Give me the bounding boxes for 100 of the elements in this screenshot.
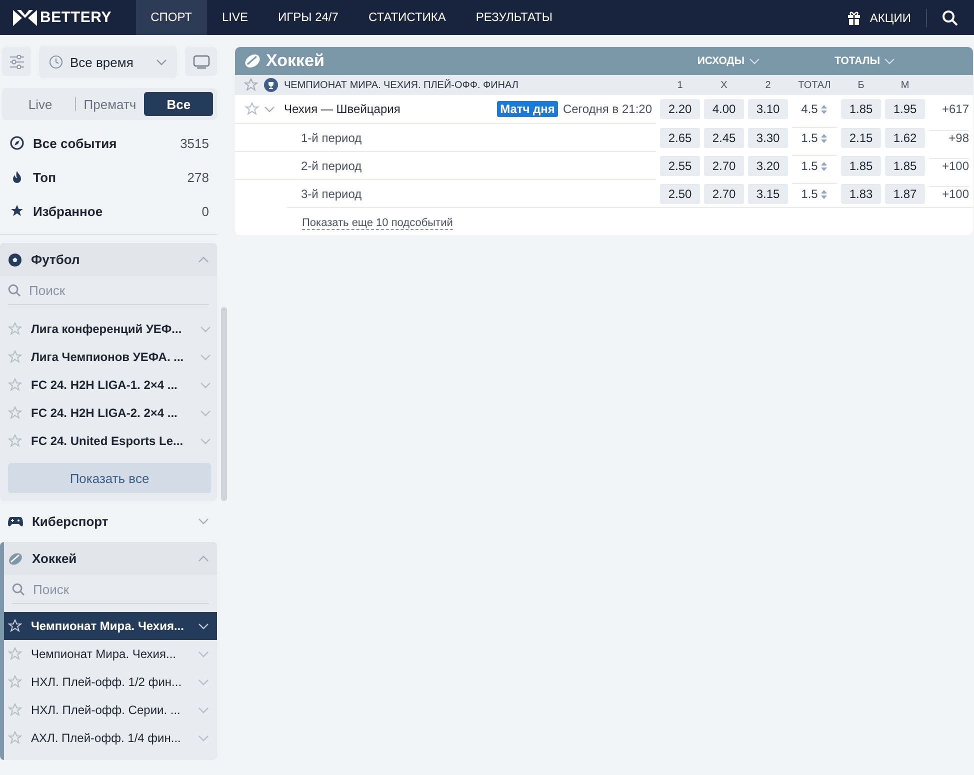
sport-name[interactable]: Киберспорт bbox=[32, 514, 189, 529]
total-selector[interactable]: 1.5 bbox=[792, 127, 837, 148]
gift-icon[interactable] bbox=[846, 10, 861, 24]
odds-button[interactable]: 1.62 bbox=[885, 128, 925, 148]
odds-button[interactable]: 1.85 bbox=[885, 156, 925, 176]
star-icon[interactable] bbox=[8, 647, 22, 661]
star-icon[interactable] bbox=[8, 378, 22, 392]
odds-button[interactable]: 2.45 bbox=[704, 128, 744, 148]
nav-tab[interactable]: LIVE bbox=[206, 0, 263, 35]
star-icon[interactable] bbox=[8, 350, 22, 364]
league-item[interactable]: НХЛ. Плей-офф. Серии. ... bbox=[4, 696, 217, 724]
column-header: 1 bbox=[676, 80, 684, 90]
odds-button[interactable]: 1.85 bbox=[841, 156, 881, 176]
league-item[interactable]: Чемпионат Мира. Чехия... bbox=[4, 612, 217, 640]
odds-button[interactable]: 2.20 bbox=[660, 99, 700, 119]
column-header: 2 bbox=[764, 80, 772, 90]
league-item[interactable]: АХЛ. Плей-офф. 1/4 фин... bbox=[4, 724, 217, 752]
event-name[interactable]: 2-й период bbox=[301, 159, 656, 173]
event-name[interactable]: 3-й период bbox=[301, 187, 656, 201]
more-markets-link[interactable]: +617 bbox=[929, 102, 969, 116]
league-item[interactable]: Чемпионат Мира. Чехия... bbox=[4, 640, 217, 668]
show-more-link[interactable]: Показать еще 10 подсобытий bbox=[302, 217, 453, 230]
odds-button[interactable]: 3.20 bbox=[748, 156, 788, 176]
puck-icon bbox=[244, 53, 261, 69]
search-icon bbox=[8, 284, 21, 296]
odds-button[interactable]: 2.50 bbox=[660, 184, 700, 204]
match-of-day-badge: Матч дня bbox=[497, 101, 558, 117]
scrollbar[interactable] bbox=[221, 307, 227, 501]
odds-button[interactable]: 2.70 bbox=[704, 156, 744, 176]
league-item[interactable]: FC 24. H2H LIGA-1. 2×4 ... bbox=[0, 371, 219, 399]
sliders-icon bbox=[8, 54, 24, 68]
nav-tab[interactable]: СТАТИСТИКА bbox=[353, 0, 461, 35]
column-header: X bbox=[720, 80, 728, 90]
odds-button[interactable]: 4.00 bbox=[704, 99, 744, 119]
chevron-icon[interactable] bbox=[198, 256, 209, 263]
star-icon[interactable] bbox=[245, 102, 259, 116]
star-icon[interactable] bbox=[8, 675, 22, 689]
odds-button[interactable]: 3.30 bbox=[748, 128, 788, 148]
league-item[interactable]: Лига конференций УЕФ... bbox=[0, 315, 219, 343]
event-count: 3515 bbox=[180, 136, 209, 150]
star-icon[interactable] bbox=[8, 322, 22, 336]
league-item[interactable]: НХЛ. Плей-офф. 1/2 фин... bbox=[4, 668, 217, 696]
filter-button[interactable] bbox=[2, 47, 31, 76]
more-markets-link[interactable]: +100 bbox=[929, 186, 969, 201]
nav-tab[interactable]: СПОРТ bbox=[136, 0, 207, 35]
monitor-icon bbox=[192, 54, 210, 68]
odds-button[interactable]: 3.15 bbox=[748, 184, 788, 204]
total-selector[interactable]: 1.5 bbox=[792, 155, 837, 176]
star-icon[interactable] bbox=[8, 406, 22, 420]
mode-tab[interactable]: Все bbox=[144, 92, 214, 116]
star-icon[interactable] bbox=[244, 78, 258, 92]
category-link[interactable]: Все события bbox=[33, 136, 172, 150]
promotions-link[interactable]: АКЦИИ bbox=[870, 10, 911, 24]
star-icon[interactable] bbox=[8, 619, 22, 633]
more-markets-link[interactable]: +98 bbox=[929, 130, 969, 145]
chevron-icon[interactable] bbox=[198, 518, 209, 525]
search-field[interactable]: Поиск bbox=[29, 282, 179, 298]
star-icon[interactable] bbox=[8, 703, 22, 717]
odds-button[interactable]: 1.87 bbox=[885, 184, 925, 204]
time-filter-dropdown[interactable]: Все время bbox=[39, 46, 177, 78]
up-down-arrows-icon[interactable] bbox=[820, 160, 828, 172]
odds-button[interactable]: 1.95 bbox=[885, 99, 925, 119]
up-down-arrows-icon[interactable] bbox=[820, 188, 828, 200]
soccer-ball-icon bbox=[8, 252, 22, 266]
odds-button[interactable]: 2.65 bbox=[660, 128, 700, 148]
mode-tab[interactable]: Прематч bbox=[76, 92, 144, 116]
event-name[interactable]: 1-й период bbox=[301, 131, 656, 145]
monitor-button[interactable] bbox=[185, 47, 217, 76]
odds-button[interactable]: 2.70 bbox=[704, 184, 744, 204]
total-selector[interactable]: 4.5 bbox=[792, 99, 837, 119]
column-header: Б bbox=[856, 80, 866, 90]
chevron-icon[interactable] bbox=[198, 555, 209, 562]
logo-text[interactable]: BETTERY bbox=[40, 9, 112, 26]
search-field[interactable]: Поиск bbox=[33, 582, 183, 596]
up-down-arrows-icon[interactable] bbox=[820, 104, 828, 114]
league-item[interactable]: FC 24. United Esports Le... bbox=[0, 427, 219, 455]
tournament-name[interactable]: ЧЕМПИОНАТ МИРА. ЧЕХИЯ. ПЛЕЙ-ОФФ. ФИНАЛ bbox=[284, 80, 518, 90]
odds-button[interactable]: 3.10 bbox=[748, 99, 788, 119]
up-down-arrows-icon[interactable] bbox=[820, 132, 828, 144]
chevron-down-icon[interactable] bbox=[198, 622, 209, 630]
league-item[interactable]: FC 24. H2H LIGA-2. 2×4 ... bbox=[0, 399, 219, 427]
search-icon[interactable] bbox=[942, 10, 958, 26]
more-markets-link[interactable]: +100 bbox=[929, 158, 969, 173]
odds-button[interactable]: 2.55 bbox=[660, 156, 700, 176]
compass-icon bbox=[10, 136, 24, 150]
category-link[interactable]: Избранное bbox=[33, 204, 193, 218]
nav-tab[interactable]: ИГРЫ 24/7 bbox=[263, 0, 354, 35]
show-all-button[interactable]: Показать все bbox=[8, 463, 211, 493]
league-item[interactable]: Лига Чемпионов УЕФА. ... bbox=[0, 343, 219, 371]
star-icon[interactable] bbox=[8, 434, 22, 448]
odds-button[interactable]: 2.15 bbox=[841, 128, 881, 148]
event-count: 278 bbox=[187, 170, 209, 184]
total-selector[interactable]: 1.5 bbox=[792, 183, 837, 204]
category-link[interactable]: Топ bbox=[33, 170, 178, 184]
star-icon[interactable] bbox=[8, 731, 22, 745]
event-name[interactable]: Чехия — Швейцария bbox=[284, 102, 492, 116]
odds-button[interactable]: 1.85 bbox=[841, 99, 881, 119]
mode-tab[interactable]: Live bbox=[6, 92, 75, 116]
nav-tab[interactable]: РЕЗУЛЬТАТЫ bbox=[460, 0, 568, 35]
odds-button[interactable]: 1.83 bbox=[841, 184, 881, 204]
